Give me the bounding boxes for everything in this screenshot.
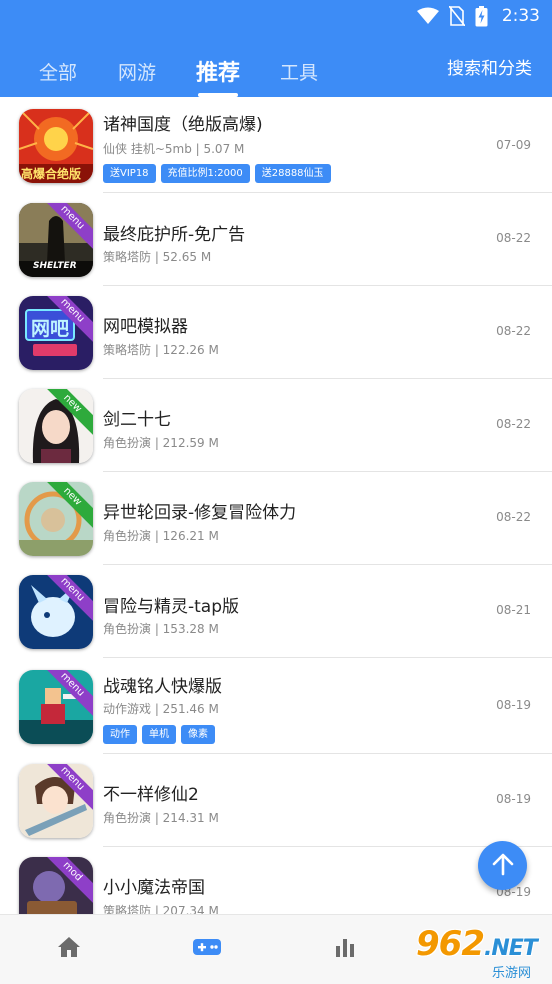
list-item[interactable]: mod 小小魔法帝国 策略塔防 | 207.34 M 08-19: [0, 847, 552, 914]
list-item[interactable]: menu 不一样修仙2 角色扮演 | 214.31 M 08-19: [0, 754, 552, 847]
app-icon-jian27: new: [19, 389, 93, 463]
app-list: 高爆合绝版 诸神国度（绝版高爆) 仙侠 挂机~5mb | 5.07 M 07-0…: [0, 97, 552, 914]
app-date: 08-21: [496, 603, 531, 617]
app-name: 诸神国度（绝版高爆): [103, 115, 263, 135]
tag-list: 送VIP18 充值比例1:2000 送28888仙玉: [103, 164, 331, 183]
app-date: 08-19: [496, 698, 531, 712]
app-date: 08-22: [496, 510, 531, 524]
list-item[interactable]: menu 战魂铭人快爆版 动作游戏 | 251.46 M 08-19 动作 单机…: [0, 658, 552, 754]
app-meta: 策略塔防 | 207.34 M: [103, 904, 219, 914]
menu-badge: menu: [33, 575, 93, 635]
list-item[interactable]: new 异世轮回录-修复冒险体力 角色扮演 | 126.21 M 08-22: [0, 472, 552, 565]
tag-list: 动作 单机 像素: [103, 725, 215, 744]
app-name: 冒险与精灵-tap版: [103, 597, 240, 617]
menu-badge: menu: [33, 670, 93, 730]
app-icon-last-shelter: SHELTER menu: [19, 203, 93, 277]
bar-chart-icon: [334, 936, 356, 962]
battery-charging-icon: [475, 5, 488, 27]
nav-ranking[interactable]: [330, 935, 360, 963]
list-item[interactable]: 高爆合绝版 诸神国度（绝版高爆) 仙侠 挂机~5mb | 5.07 M 07-0…: [0, 97, 552, 193]
home-icon: [56, 935, 82, 963]
tag: 单机: [142, 725, 176, 744]
tag: 像素: [181, 725, 215, 744]
app-name: 最终庇护所-免广告: [103, 225, 246, 245]
tag: 充值比例1:2000: [160, 164, 250, 183]
tab-all[interactable]: 全部: [39, 58, 77, 85]
arrow-up-icon: [490, 851, 516, 881]
app-date: 08-22: [496, 324, 531, 338]
app-meta: 策略塔防 | 122.26 M: [103, 343, 219, 357]
search-and-category-button[interactable]: 搜索和分类: [447, 54, 532, 79]
app-meta: 角色扮演 | 212.59 M: [103, 436, 219, 450]
tab-recommended[interactable]: 推荐: [196, 55, 240, 87]
app-date: 08-22: [496, 231, 531, 245]
app-name: 网吧模拟器: [103, 317, 188, 337]
app-name: 剑二十七: [103, 410, 171, 430]
new-badge: new: [33, 389, 93, 449]
app-meta: 策略塔防 | 52.65 M: [103, 250, 212, 264]
app-date: 08-22: [496, 417, 531, 431]
watermark-main: 962.NET: [416, 924, 538, 964]
tag: 送VIP18: [103, 164, 156, 183]
list-item[interactable]: SHELTER menu 最终庇护所-免广告 策略塔防 | 52.65 M 08…: [0, 193, 552, 286]
tab-online-games[interactable]: 网游: [118, 58, 156, 85]
mod-badge: mod: [33, 857, 93, 914]
menu-badge: menu: [33, 764, 93, 824]
app-icon-zhushen: 高爆合绝版: [19, 109, 93, 183]
app-name: 异世轮回录-修复冒险体力: [103, 503, 297, 523]
app-meta: 角色扮演 | 153.28 M: [103, 622, 219, 636]
status-bar: 2:33: [416, 4, 540, 28]
app-meta: 角色扮演 | 126.21 M: [103, 529, 219, 543]
app-icon-soul-knight: menu: [19, 670, 93, 744]
nav-games[interactable]: [192, 935, 222, 963]
watermark-logo: 962.NET 乐游网: [412, 924, 550, 981]
new-badge: new: [33, 482, 93, 542]
tab-tools[interactable]: 工具: [280, 58, 318, 85]
icon-caption: 高爆合绝版: [21, 167, 82, 181]
app-icon-netcafe: 网吧 menu: [19, 296, 93, 370]
app-name: 小小魔法帝国: [103, 878, 205, 898]
app-meta: 仙侠 挂机~5mb | 5.07 M: [103, 142, 245, 156]
list-item[interactable]: menu 冒险与精灵-tap版 角色扮演 | 153.28 M 08-21: [0, 565, 552, 658]
list-item[interactable]: 网吧 menu 网吧模拟器 策略塔防 | 122.26 M 08-22: [0, 286, 552, 379]
nav-home[interactable]: [54, 935, 84, 963]
app-meta: 动作游戏 | 251.46 M: [103, 702, 219, 716]
no-sim-icon: [448, 6, 465, 26]
app-icon-adventure-spirit: menu: [19, 575, 93, 649]
app-icon-yishi: new: [19, 482, 93, 556]
app-header: 2:33 全部 网游 推荐 工具 搜索和分类: [0, 0, 552, 97]
app-name: 不一样修仙2: [103, 785, 199, 805]
clock-time: 2:33: [501, 6, 540, 26]
app-date: 08-19: [496, 792, 531, 806]
gamepad-icon: [192, 936, 222, 962]
tag: 送28888仙玉: [254, 164, 331, 183]
watermark-sub: 乐游网: [492, 966, 532, 981]
app-icon-xiuxian2: menu: [19, 764, 93, 838]
scroll-to-top-button[interactable]: [478, 841, 527, 890]
menu-badge: menu: [33, 203, 93, 263]
app-icon-magic-empire: mod: [19, 857, 93, 914]
app-name: 战魂铭人快爆版: [103, 677, 222, 697]
app-date: 07-09: [496, 138, 531, 152]
menu-badge: menu: [33, 296, 93, 356]
wifi-icon: [416, 7, 439, 25]
app-meta: 角色扮演 | 214.31 M: [103, 811, 219, 825]
list-item[interactable]: new 剑二十七 角色扮演 | 212.59 M 08-22: [0, 379, 552, 472]
tag: 动作: [103, 725, 137, 744]
